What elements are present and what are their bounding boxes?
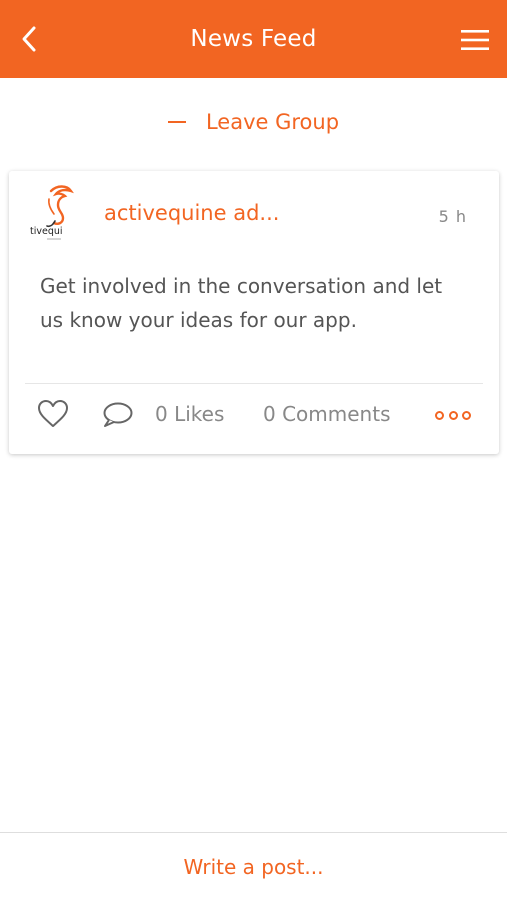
more-dot-icon xyxy=(448,410,458,420)
comment-button[interactable] xyxy=(101,401,135,433)
author-avatar[interactable]: tivequi xyxy=(29,181,87,245)
post-actions: 0 Likes 0 Comments xyxy=(9,384,499,454)
leave-group-button[interactable]: Leave Group xyxy=(0,100,507,144)
minus-icon xyxy=(167,121,186,123)
page-title: News Feed xyxy=(190,26,317,52)
back-button[interactable] xyxy=(14,22,44,56)
more-dot-icon xyxy=(462,410,471,420)
hamburger-menu-icon xyxy=(461,30,489,50)
more-options-button[interactable] xyxy=(435,406,471,424)
post-timestamp: 5 h xyxy=(438,207,467,226)
write-post-button[interactable]: Write a post... xyxy=(0,832,507,900)
likes-count[interactable]: 0 Likes xyxy=(155,402,224,426)
app-screen: News Feed Leave Group tivequi activequin… xyxy=(0,0,507,900)
app-header: News Feed xyxy=(0,0,507,78)
post-body: Get involved in the conversation and let… xyxy=(40,274,443,332)
like-button[interactable] xyxy=(37,399,71,431)
avatar-logo-text: tivequi xyxy=(30,226,63,237)
menu-button[interactable] xyxy=(459,24,491,56)
comments-count[interactable]: 0 Comments xyxy=(263,402,391,426)
write-post-placeholder: Write a post... xyxy=(183,854,324,879)
chevron-left-icon xyxy=(22,26,36,52)
speech-bubble-icon xyxy=(103,402,133,427)
leave-group-label: Leave Group xyxy=(205,110,340,134)
post-card: tivequi activequine ad... 5 h Get involv… xyxy=(9,171,499,454)
more-dot-icon xyxy=(435,410,444,420)
heart-icon xyxy=(38,400,68,427)
post-author[interactable]: activequine ad... xyxy=(104,201,304,225)
